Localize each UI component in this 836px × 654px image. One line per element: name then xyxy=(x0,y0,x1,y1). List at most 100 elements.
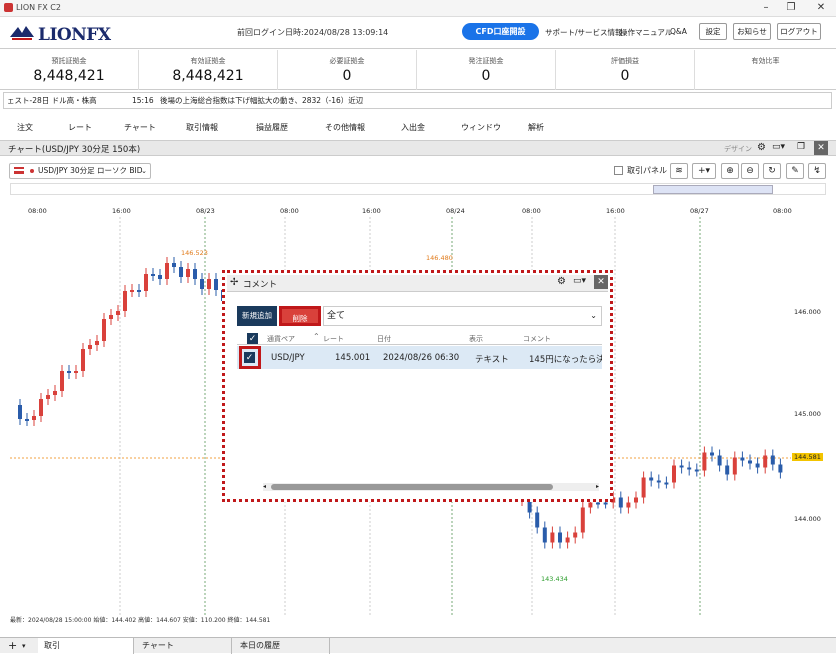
stat-effective: 有効証拠金 8,448,421 xyxy=(139,50,278,90)
x-tick: 16:00 xyxy=(362,207,381,215)
stat-pl: 評価損益 0 xyxy=(556,50,695,90)
tab-today-history[interactable]: 本日の履歴 xyxy=(234,638,330,654)
filter-select[interactable]: 全て ⌄ xyxy=(323,306,602,326)
zoom-in-icon[interactable]: ⊕ xyxy=(721,163,739,179)
candle xyxy=(596,502,600,505)
new-comment-button[interactable]: 新規追加 xyxy=(237,306,277,326)
jp-flag-icon xyxy=(30,169,34,173)
chart-toolbar: USD/JPY 30分足 ローソク BID ⌄ 取引パネル ≋ +▾ ⊕ ⊖ ↻… xyxy=(0,160,836,182)
minimize-icon[interactable]: – xyxy=(757,1,775,15)
menu-rate[interactable]: レート xyxy=(68,122,92,133)
zoom-out-icon[interactable]: ⊖ xyxy=(741,163,759,179)
lion-icon xyxy=(10,26,34,40)
draw-tool-icon[interactable]: ↯ xyxy=(808,163,826,179)
window-menu-icon[interactable]: ▭▾ xyxy=(772,142,785,152)
tab-chart[interactable]: チャート xyxy=(136,638,232,654)
indicator-icon[interactable]: ≋ xyxy=(670,163,688,179)
candle xyxy=(634,497,638,503)
candle xyxy=(565,537,570,543)
candle xyxy=(641,477,646,498)
col-display[interactable]: 表示 xyxy=(469,334,483,344)
col-rate[interactable]: レート xyxy=(323,334,344,344)
candle xyxy=(778,464,783,473)
select-all-checkbox[interactable]: ✓ xyxy=(247,333,258,344)
crosshair-icon[interactable]: +▾ xyxy=(692,163,716,179)
refresh-icon[interactable]: ↻ xyxy=(763,163,781,179)
gear-icon[interactable]: ⚙ xyxy=(757,142,766,153)
last-login: 前回ログイン日時:2024/08/28 13:09:14 xyxy=(237,28,389,37)
scroll-right-icon[interactable]: ▸ xyxy=(596,483,599,490)
dialog-header[interactable]: ✢ コメント ⚙ ▭▾ ✕ xyxy=(227,275,608,292)
candle xyxy=(39,399,43,416)
us-flag-icon xyxy=(14,167,24,174)
window-titlebar: LION FX C2 – ❐ ✕ xyxy=(0,0,836,17)
candle xyxy=(580,507,585,533)
menu-trade-info[interactable]: 取引情報 xyxy=(186,122,218,133)
window-menu-icon[interactable]: ▭▾ xyxy=(573,276,586,286)
pen-icon[interactable]: ✎ xyxy=(786,163,804,179)
table-row[interactable]: ✓ USD/JPY 145.001 2024/08/26 06:30 テキスト … xyxy=(237,346,602,369)
delete-button[interactable]: 削除 xyxy=(279,306,321,326)
symbol-select[interactable]: USD/JPY 30分足 ローソク BID ⌄ xyxy=(9,163,151,179)
candle xyxy=(763,455,768,468)
col-comment[interactable]: コメント xyxy=(523,334,551,344)
symbol-label: USD/JPY 30分足 ローソク BID xyxy=(38,166,143,175)
col-pair[interactable]: 通貨ペア xyxy=(267,334,295,344)
x-tick: 08:00 xyxy=(280,207,299,215)
tab-trade[interactable]: 取引 xyxy=(38,638,134,654)
menu-chart[interactable]: チャート xyxy=(124,122,156,133)
move-icon[interactable]: ✢ xyxy=(230,277,238,288)
popout-icon[interactable]: ❐ xyxy=(797,142,805,152)
manual-link[interactable]: 操作マニュアル xyxy=(620,27,672,38)
candle xyxy=(32,416,36,420)
qa-link[interactable]: Q&A xyxy=(670,27,687,36)
row-checkbox[interactable]: ✓ xyxy=(244,352,255,363)
candle xyxy=(116,311,120,315)
candle xyxy=(53,391,57,395)
logout-button[interactable]: ログアウト xyxy=(777,23,821,40)
chevron-down-icon[interactable]: ▾ xyxy=(22,638,26,654)
news-ticker[interactable]: ェスト-28日 ドル高・株高 15:16 後場の上海総合指数は下げ幅拡大の動き、… xyxy=(3,92,832,109)
candle xyxy=(770,455,775,465)
sort-icon[interactable]: ⌃ xyxy=(313,332,320,341)
add-tab-icon[interactable]: + xyxy=(8,638,17,654)
col-date[interactable]: 日付 xyxy=(377,334,391,344)
current-price-label: 144.581 xyxy=(792,453,823,461)
chevron-down-icon: ⌄ xyxy=(590,311,597,320)
close-panel-icon[interactable]: ✕ xyxy=(814,141,828,155)
window-title: LION FX C2 xyxy=(16,3,61,12)
candle xyxy=(740,457,745,461)
cell-date: 2024/08/26 06:30 xyxy=(383,353,460,363)
scroll-thumb[interactable] xyxy=(271,484,553,490)
menu-other[interactable]: その他情報 xyxy=(325,122,365,133)
close-dialog-icon[interactable]: ✕ xyxy=(594,275,608,289)
candle xyxy=(603,502,608,505)
candle xyxy=(60,371,64,391)
scroll-left-icon[interactable]: ◂ xyxy=(263,483,266,490)
overview-window[interactable] xyxy=(653,185,773,194)
candle xyxy=(193,269,197,279)
overview-navigator[interactable] xyxy=(10,183,826,195)
candle xyxy=(172,263,176,267)
bottom-tabs: + ▾ 取引 チャート 本日の履歴 xyxy=(0,637,836,654)
menu-analysis[interactable]: 解析 xyxy=(528,122,544,133)
gear-icon[interactable]: ⚙ xyxy=(557,276,566,287)
menu-window[interactable]: ウィンドウ xyxy=(461,122,501,133)
ticker-time: 15:16 xyxy=(132,96,154,105)
cfd-account-button[interactable]: CFD口座開設 xyxy=(462,23,539,40)
horizontal-scrollbar[interactable]: ◂ ▸ xyxy=(263,483,599,491)
candle xyxy=(618,497,623,508)
candle xyxy=(725,465,730,475)
menu-order[interactable]: 注文 xyxy=(17,122,33,133)
trade-panel-checkbox[interactable] xyxy=(614,166,623,175)
settings-button[interactable]: 設定 xyxy=(699,23,727,40)
news-button[interactable]: お知らせ xyxy=(733,23,771,40)
close-icon[interactable]: ✕ xyxy=(812,1,830,15)
design-label[interactable]: デザイン xyxy=(724,144,752,154)
menu-pl-history[interactable]: 損益履歴 xyxy=(256,122,288,133)
maximize-icon[interactable]: ❐ xyxy=(782,1,800,15)
candle xyxy=(18,405,22,419)
candle xyxy=(186,269,190,277)
support-link[interactable]: サポート/サービス情報 xyxy=(545,27,623,38)
menu-deposit[interactable]: 入出金 xyxy=(401,122,425,133)
